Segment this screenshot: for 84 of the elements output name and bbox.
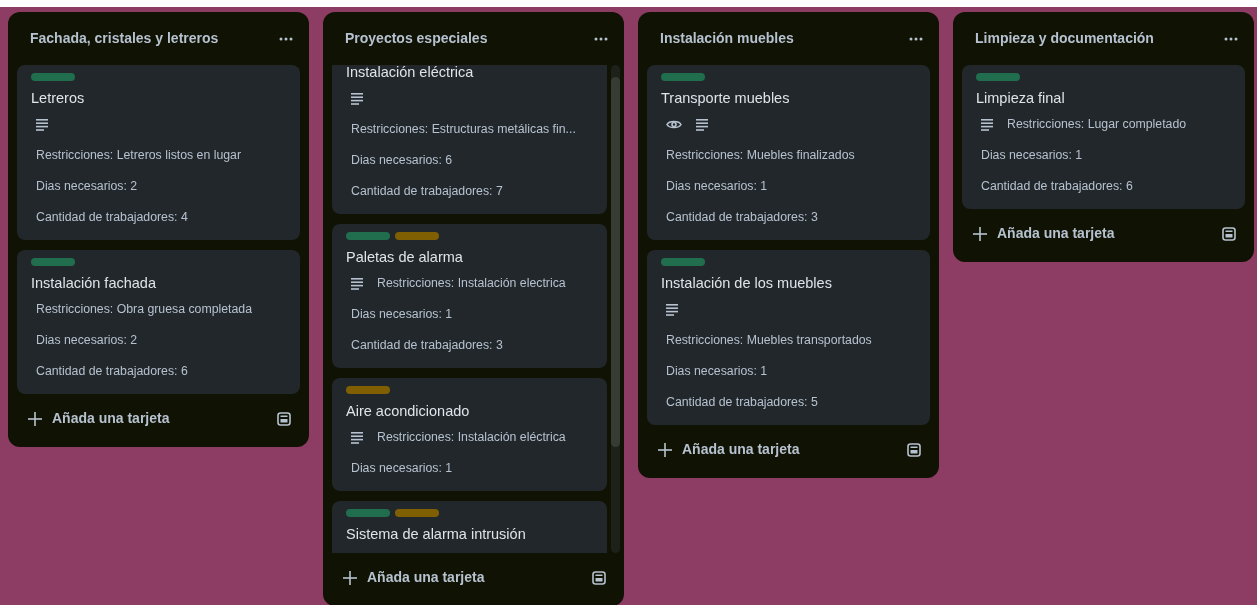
label-tag[interactable] <box>346 232 390 240</box>
card-title: Sistema de alarma intrusión <box>346 525 527 544</box>
custom-field-text: Dias necesarios: 1 <box>351 460 453 478</box>
plus-icon <box>973 226 987 241</box>
description-icon <box>351 92 363 105</box>
description-icon <box>351 277 363 290</box>
label-tag[interactable] <box>976 73 1020 81</box>
card-title: Transporte muebles <box>661 89 791 108</box>
template-icon <box>1222 226 1236 241</box>
custom-field-text: Cantidad de trabajadores: 6 <box>36 363 188 381</box>
plus-icon <box>28 411 42 426</box>
list-title: Fachada, cristales y letreros <box>30 29 219 48</box>
more-icon <box>1224 36 1238 41</box>
label-tag[interactable] <box>31 258 75 266</box>
task-card[interactable]: Paletas de alarma Restricciones: Instalación electrica Dias necesarios: 1 Cantidad de trabajadores: 3 <box>332 224 607 368</box>
task-card[interactable]: Instalación de los muebles Restricciones: Muebles transportados Dias necesarios: 1 Cantidad de trabajadores: 5 <box>647 250 930 425</box>
custom-field-text: Cantidad de trabajadores: 3 <box>351 337 503 355</box>
custom-field-text: Restricciones: Instalación eléctrica <box>377 429 566 447</box>
task-card[interactable]: Transporte muebles Restricciones: Muebles finalizados Dias necesarios: 1 Cantidad de trabajadores: 3 <box>647 65 930 240</box>
description-icon <box>351 431 363 444</box>
task-card[interactable]: Sistema de alarma intrusión <box>332 501 607 553</box>
more-icon <box>594 36 608 41</box>
add-card-button[interactable]: Añada una tarjeta <box>26 404 172 433</box>
eye-icon <box>666 118 682 131</box>
custom-field-text: Cantidad de trabajadores: 3 <box>666 209 818 227</box>
label-tag[interactable] <box>395 509 439 517</box>
card-title: Letreros <box>31 89 86 108</box>
card-title: Instalación fachada <box>31 274 157 293</box>
custom-field-text: Restricciones: Obra gruesa completada <box>36 301 252 319</box>
template-icon <box>277 411 291 426</box>
label-tag[interactable] <box>661 258 705 266</box>
card-title: Paletas de alarma <box>346 248 464 267</box>
custom-field-text: Dias necesarios: 2 <box>36 178 138 196</box>
custom-field-text: Restricciones: Estructuras metálicas fin... <box>351 121 576 139</box>
add-card-button[interactable]: Añada una tarjeta <box>341 563 487 592</box>
custom-field-text: Restricciones: Instalación electrica <box>377 275 566 293</box>
custom-field-text: Restricciones: Muebles transportados <box>666 332 872 350</box>
custom-field-text: Dias necesarios: 1 <box>351 306 453 324</box>
card-title: Limpieza final <box>976 89 1066 108</box>
custom-field-text: Dias necesarios: 1 <box>981 147 1083 165</box>
description-icon <box>36 118 48 131</box>
description-icon <box>666 303 678 316</box>
custom-field-text: Restricciones: Lugar completado <box>1007 116 1187 134</box>
custom-field-text: Cantidad de trabajadores: 4 <box>36 209 188 227</box>
list-title: Instalación muebles <box>660 29 794 48</box>
add-card-button[interactable]: Añada una tarjeta <box>971 219 1117 248</box>
template-button[interactable] <box>905 440 923 459</box>
add-card-button[interactable]: Añada una tarjeta <box>656 435 802 464</box>
more-icon <box>279 36 293 41</box>
label-tag[interactable] <box>395 232 439 240</box>
list-title: Limpieza y documentación <box>975 29 1154 48</box>
custom-field-text: Restricciones: Muebles finalizados <box>666 147 855 165</box>
task-card[interactable]: Aire acondicionado Restricciones: Instalación eléctrica Dias necesarios: 1 <box>332 378 607 491</box>
custom-field-text: Dias necesarios: 2 <box>36 332 138 350</box>
task-card[interactable]: Instalación fachada Restricciones: Obra gruesa completada Dias necesarios: 2 Cantidad de trabajadores: 6 <box>17 250 300 394</box>
plus-icon <box>658 442 672 457</box>
label-tag[interactable] <box>31 73 75 81</box>
template-button[interactable] <box>1220 224 1238 243</box>
list-title: Proyectos especiales <box>345 29 488 48</box>
task-card[interactable]: Letreros Restricciones: Letreros listos en lugar Dias necesarios: 2 Cantidad de trabajadores: 4 <box>17 65 300 240</box>
card-title: Aire acondicionado <box>346 402 471 421</box>
template-button[interactable] <box>275 409 293 428</box>
card-title: Instalación eléctrica <box>346 65 475 82</box>
task-card[interactable]: Instalación eléctrica Restricciones: Estructuras metálicas fin... Dias necesarios: 6 Cantidad de trabajadores: 7 <box>332 65 607 214</box>
template-button[interactable] <box>590 568 608 587</box>
more-icon <box>909 36 923 41</box>
scrollbar[interactable] <box>611 65 620 553</box>
custom-field-text: Cantidad de trabajadores: 6 <box>981 178 1133 196</box>
custom-field-text: Dias necesarios: 1 <box>666 178 768 196</box>
plus-icon <box>343 570 357 585</box>
card-title: Instalación de los muebles <box>661 274 833 293</box>
custom-field-text: Dias necesarios: 6 <box>351 152 453 170</box>
description-icon <box>981 118 993 131</box>
label-tag[interactable] <box>346 386 390 394</box>
task-card[interactable]: Limpieza final Restricciones: Lugar completado Dias necesarios: 1 Cantidad de trabajadores: 6 <box>962 65 1245 209</box>
template-icon <box>592 570 606 585</box>
label-tag[interactable] <box>661 73 705 81</box>
custom-field-text: Restricciones: Letreros listos en lugar <box>36 147 242 165</box>
custom-field-text: Dias necesarios: 1 <box>666 363 768 381</box>
custom-field-text: Cantidad de trabajadores: 5 <box>666 394 818 412</box>
label-tag[interactable] <box>346 509 390 517</box>
template-icon <box>907 442 921 457</box>
custom-field-text: Cantidad de trabajadores: 7 <box>351 183 503 201</box>
description-icon <box>696 118 708 131</box>
